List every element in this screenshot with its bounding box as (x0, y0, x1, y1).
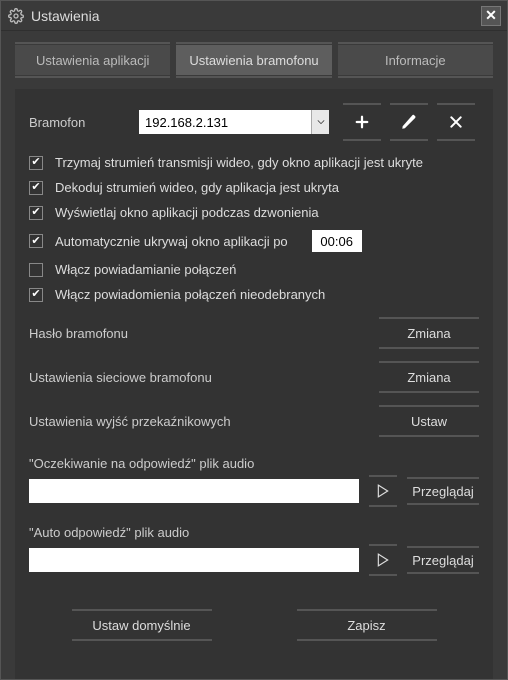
pencil-icon (400, 113, 418, 131)
checkbox-label: Wyświetlaj okno aplikacji podczas dzwoni… (55, 205, 319, 220)
check-auto-hide: Automatycznie ukrywaj okno aplikacji po … (29, 230, 479, 252)
tab-bramofon-settings[interactable]: Ustawienia bramofonu (176, 45, 331, 75)
password-row: Hasło bramofonu Zmiana (29, 320, 479, 346)
defaults-button[interactable]: Ustaw domyślnie (72, 612, 212, 638)
checkbox-label: Automatycznie ukrywaj okno aplikacji po (55, 234, 288, 249)
tabs-row: Ustawienia aplikacji Ustawienia bramofon… (1, 31, 507, 83)
relay-set-button[interactable]: Ustaw (379, 408, 479, 434)
check-keep-stream: Trzymaj strumień transmisji wideo, gdy o… (29, 155, 479, 170)
button-label: Ustaw (411, 414, 447, 429)
save-button[interactable]: Zapisz (297, 612, 437, 638)
tab-label: Informacje (385, 53, 446, 68)
title-bar: Ustawienia ✕ (1, 1, 507, 31)
waiting-audio-row: Przeglądaj (29, 479, 479, 503)
play-icon (377, 484, 389, 498)
auto-audio-row: Przeglądaj (29, 548, 479, 572)
checkbox[interactable] (29, 288, 43, 302)
network-label: Ustawienia sieciowe bramofonu (29, 370, 379, 385)
edit-bramofon-button[interactable] (390, 107, 428, 137)
checkbox-label: Włącz powiadamianie połączeń (55, 262, 236, 277)
relay-row: Ustawienia wyjść przekaźnikowych Ustaw (29, 408, 479, 434)
waiting-audio-path-input[interactable] (29, 479, 359, 503)
checkbox[interactable] (29, 156, 43, 170)
checkbox[interactable] (29, 181, 43, 195)
tab-label: Ustawienia aplikacji (36, 53, 149, 68)
waiting-audio-browse-button[interactable]: Przeglądaj (407, 480, 479, 502)
button-label: Przeglądaj (412, 484, 473, 499)
x-icon (448, 114, 464, 130)
auto-audio-play-button[interactable] (369, 548, 397, 572)
auto-audio-path-input[interactable] (29, 548, 359, 572)
checkbox-label: Włącz powiadomienia połączeń nieodebrany… (55, 287, 325, 302)
tab-label: Ustawienia bramofonu (189, 53, 318, 68)
relay-label: Ustawienia wyjść przekaźnikowych (29, 414, 379, 429)
gear-icon (7, 7, 25, 25)
button-label: Zapisz (347, 618, 385, 633)
bramofon-row: Bramofon 192.168.2.131 (29, 107, 479, 137)
bramofon-label: Bramofon (29, 115, 129, 130)
button-label: Ustaw domyślnie (92, 618, 190, 633)
play-icon (377, 553, 389, 567)
bramofon-dropdown[interactable]: 192.168.2.131 (139, 110, 329, 134)
waiting-audio-play-button[interactable] (369, 479, 397, 503)
tab-info[interactable]: Informacje (338, 45, 493, 75)
bramofon-value: 192.168.2.131 (145, 115, 228, 130)
close-icon: ✕ (485, 7, 497, 24)
password-change-button[interactable]: Zmiana (379, 320, 479, 346)
auto-audio-browse-button[interactable]: Przeglądaj (407, 549, 479, 571)
footer-buttons: Ustaw domyślnie Zapisz (29, 612, 479, 638)
check-show-on-ring: Wyświetlaj okno aplikacji podczas dzwoni… (29, 205, 479, 220)
button-label: Zmiana (407, 326, 450, 341)
delete-bramofon-button[interactable] (437, 107, 475, 137)
checkbox[interactable] (29, 263, 43, 277)
waiting-audio-label: "Oczekiwanie na odpowiedź" plik audio (29, 456, 479, 471)
settings-pane: Bramofon 192.168.2.131 (15, 89, 493, 679)
check-call-notify: Włącz powiadamianie połączeń (29, 262, 479, 277)
network-change-button[interactable]: Zmiana (379, 364, 479, 390)
checkbox-label: Dekoduj strumień wideo, gdy aplikacja je… (55, 180, 339, 195)
checkbox[interactable] (29, 206, 43, 220)
button-label: Zmiana (407, 370, 450, 385)
add-bramofon-button[interactable] (343, 107, 381, 137)
checkbox[interactable] (29, 234, 43, 248)
checkbox-label: Trzymaj strumień transmisji wideo, gdy o… (55, 155, 423, 170)
close-button[interactable]: ✕ (481, 6, 501, 26)
chevron-down-icon (311, 110, 329, 134)
window-title: Ustawienia (31, 8, 481, 24)
network-row: Ustawienia sieciowe bramofonu Zmiana (29, 364, 479, 390)
password-label: Hasło bramofonu (29, 326, 379, 341)
check-decode-stream: Dekoduj strumień wideo, gdy aplikacja je… (29, 180, 479, 195)
check-missed-notify: Włącz powiadomienia połączeń nieodebrany… (29, 287, 479, 302)
plus-icon (353, 113, 371, 131)
tab-app-settings[interactable]: Ustawienia aplikacji (15, 45, 170, 75)
auto-hide-time-input[interactable]: 00:06 (312, 230, 362, 252)
button-label: Przeglądaj (412, 553, 473, 568)
auto-audio-label: "Auto odpowiedź" plik audio (29, 525, 479, 540)
